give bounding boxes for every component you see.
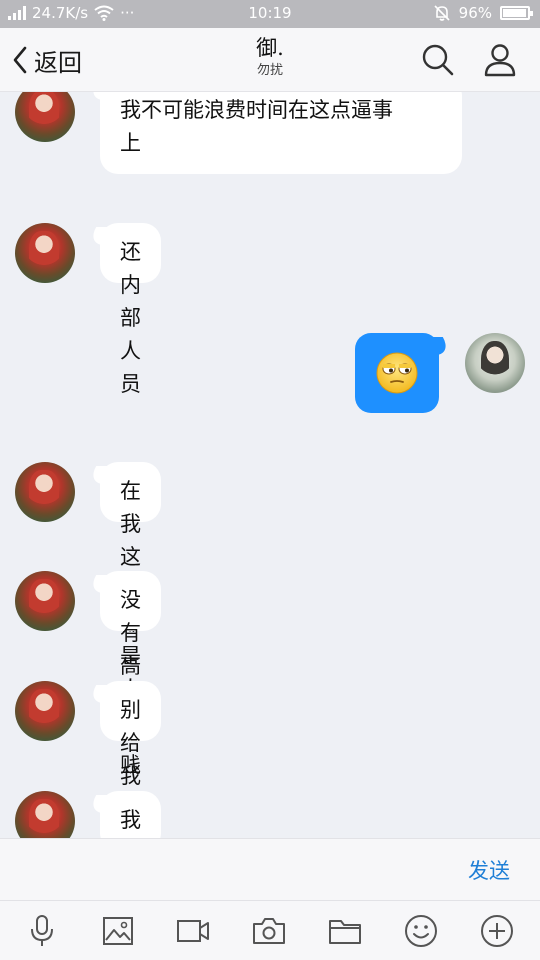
chat-title-block[interactable]: 御. 勿扰 — [170, 34, 370, 80]
rolling-eyes-emoji-icon — [376, 352, 418, 394]
message-bubble[interactable]: 还内部人员 — [100, 223, 161, 396]
search-icon[interactable] — [420, 42, 456, 78]
chat-header: 返回 御. 勿扰 — [0, 28, 540, 92]
message-input-bar[interactable]: 发送 — [0, 838, 540, 900]
message-list[interactable]: 我不可能浪费时间在这点逼事 上 还内部人员 在我这 没有高 别给我 我 — [0, 92, 540, 838]
profile-icon[interactable] — [482, 42, 518, 78]
message-bubble[interactable]: 我不可能浪费时间在这点逼事 上 — [100, 92, 462, 174]
chat-subtitle: 勿扰 — [256, 63, 283, 78]
message-bubble[interactable]: 别给我摆架子 — [100, 681, 161, 838]
camera-icon[interactable] — [249, 911, 289, 951]
contact-avatar[interactable] — [15, 92, 75, 142]
emoji-icon[interactable] — [401, 911, 441, 951]
video-icon[interactable] — [173, 911, 213, 951]
contact-avatar[interactable] — [15, 462, 75, 522]
battery-percent: 96% — [458, 4, 492, 22]
chevron-left-icon — [13, 46, 27, 74]
my-avatar[interactable] — [465, 333, 525, 393]
status-bar: 24.7K/s ··· 10:19 96% — [0, 0, 540, 28]
message-bubble[interactable]: 我不吃这一套 — [100, 791, 161, 838]
bell-muted-icon — [434, 5, 450, 21]
message-text: 我不吃这一套 — [120, 808, 141, 832]
back-button[interactable]: 返回 — [12, 40, 82, 80]
message-bubble[interactable]: 在我这里都是人 — [100, 462, 161, 701]
contact-avatar[interactable] — [15, 791, 75, 838]
contact-avatar[interactable] — [15, 571, 75, 631]
message-bubble-self[interactable] — [355, 333, 439, 413]
chat-title: 御. — [256, 36, 284, 60]
folder-icon[interactable] — [325, 911, 365, 951]
image-icon[interactable] — [98, 911, 138, 951]
input-toolbar — [0, 900, 540, 960]
message-text: 我不可能浪费时间在这点逼事 上 — [120, 98, 393, 155]
message-bubble[interactable]: 没有高低贵贱 — [100, 571, 161, 777]
microphone-icon[interactable] — [22, 911, 62, 951]
contact-avatar[interactable] — [15, 681, 75, 741]
battery-icon — [500, 6, 533, 20]
back-label: 返回 — [34, 48, 82, 77]
send-button[interactable]: 发送 — [468, 855, 510, 885]
message-text: 还内部人员 — [120, 240, 141, 396]
contact-avatar[interactable] — [15, 223, 75, 283]
plus-icon[interactable] — [477, 911, 517, 951]
